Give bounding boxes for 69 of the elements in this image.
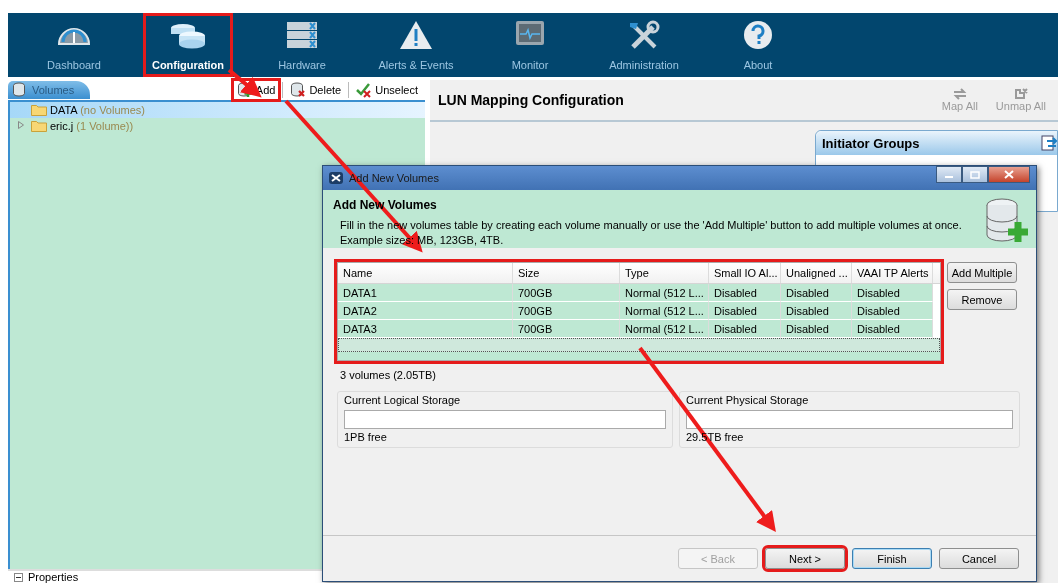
new-row[interactable] xyxy=(338,338,940,352)
table-cell: Normal (512 L... xyxy=(620,284,709,302)
summary-text: 3 volumes (2.05TB) xyxy=(339,368,437,383)
nav-item[interactable]: Configuration xyxy=(145,16,231,74)
maximize-button[interactable] xyxy=(962,166,988,183)
table-cell: DATA1 xyxy=(338,284,513,302)
table-cell: Disabled xyxy=(852,284,933,302)
close-icon xyxy=(1004,170,1014,179)
panel-title: LUN Mapping Configuration xyxy=(438,92,624,108)
tree-item[interactable]: eric.j (1 Volume)) xyxy=(10,118,425,134)
table-cell: Normal (512 L... xyxy=(620,302,709,320)
table-cell: 700GB xyxy=(513,284,620,302)
wizard-button[interactable]: Cancel xyxy=(939,548,1019,569)
app-logo-icon xyxy=(329,172,343,184)
free-space-text: 1PB free xyxy=(344,431,388,443)
table-cell: 700GB xyxy=(513,320,620,338)
nav-item[interactable]: Alerts & Events xyxy=(372,16,460,74)
check-cross-icon xyxy=(356,82,373,98)
column-header[interactable]: VAAI TP Alerts xyxy=(852,263,933,283)
tree-item[interactable]: DATA (no Volumes) xyxy=(10,102,425,118)
toolbar-button[interactable]: Unselect xyxy=(353,81,421,99)
close-button[interactable] xyxy=(988,166,1030,183)
wizard-button[interactable]: Next > xyxy=(765,548,845,569)
column-header[interactable]: Type xyxy=(620,263,709,283)
minimize-button[interactable] xyxy=(936,166,962,183)
table-cell: Disabled xyxy=(852,320,933,338)
arrows-icon xyxy=(952,88,967,100)
column-header[interactable]: Name xyxy=(338,263,513,283)
wizard-button[interactable]: Finish xyxy=(852,548,932,569)
table-cell: Disabled xyxy=(781,284,852,302)
database-delete-icon xyxy=(290,82,307,98)
tools-icon xyxy=(627,20,661,50)
side-button[interactable]: Add Multiple xyxy=(947,262,1017,283)
panel-title: Initiator Groups xyxy=(822,135,920,151)
warning-icon xyxy=(399,20,433,50)
folder-icon xyxy=(31,104,47,116)
maximize-icon xyxy=(970,170,980,179)
table-cell: 700GB xyxy=(513,302,620,320)
properties-label: Properties xyxy=(28,571,79,583)
table-cell: Normal (512 L... xyxy=(620,320,709,338)
collapse-icon[interactable] xyxy=(14,572,23,582)
table-cell: Disabled xyxy=(709,284,781,302)
nav-item[interactable]: About xyxy=(737,16,779,74)
side-button[interactable]: Remove xyxy=(947,289,1017,310)
table-cell: Disabled xyxy=(709,320,781,338)
expand-icon[interactable] xyxy=(18,121,24,129)
table-cell: Disabled xyxy=(781,320,852,338)
table-cell: Disabled xyxy=(852,302,933,320)
nav-item[interactable]: Monitor xyxy=(505,16,555,74)
nav-item[interactable]: Dashboard xyxy=(41,16,107,74)
table-cell: DATA2 xyxy=(338,302,513,320)
server-icon xyxy=(285,20,319,50)
tree-label: eric.j (1 Volume)) xyxy=(50,120,134,132)
column-header[interactable]: Small IO Al... xyxy=(709,263,781,283)
toolbar-button[interactable]: Delete xyxy=(287,81,345,99)
tree-label: DATA (no Volumes) xyxy=(50,104,145,116)
group-title: Current Logical Storage xyxy=(344,394,462,406)
column-header[interactable]: Size xyxy=(513,263,620,283)
table-cell: DATA3 xyxy=(338,320,513,338)
help-icon xyxy=(743,20,773,50)
column-header[interactable]: Unaligned ... xyxy=(781,263,852,283)
group-title: Current Physical Storage xyxy=(686,394,810,406)
folder-icon xyxy=(31,120,47,132)
monitor-icon xyxy=(515,20,545,46)
export-icon[interactable] xyxy=(1041,135,1057,151)
table-cell: Disabled xyxy=(709,302,781,320)
nav-item[interactable]: Administration xyxy=(603,16,685,74)
nav-item[interactable]: Hardware xyxy=(272,16,332,74)
table-cell: Disabled xyxy=(781,302,852,320)
